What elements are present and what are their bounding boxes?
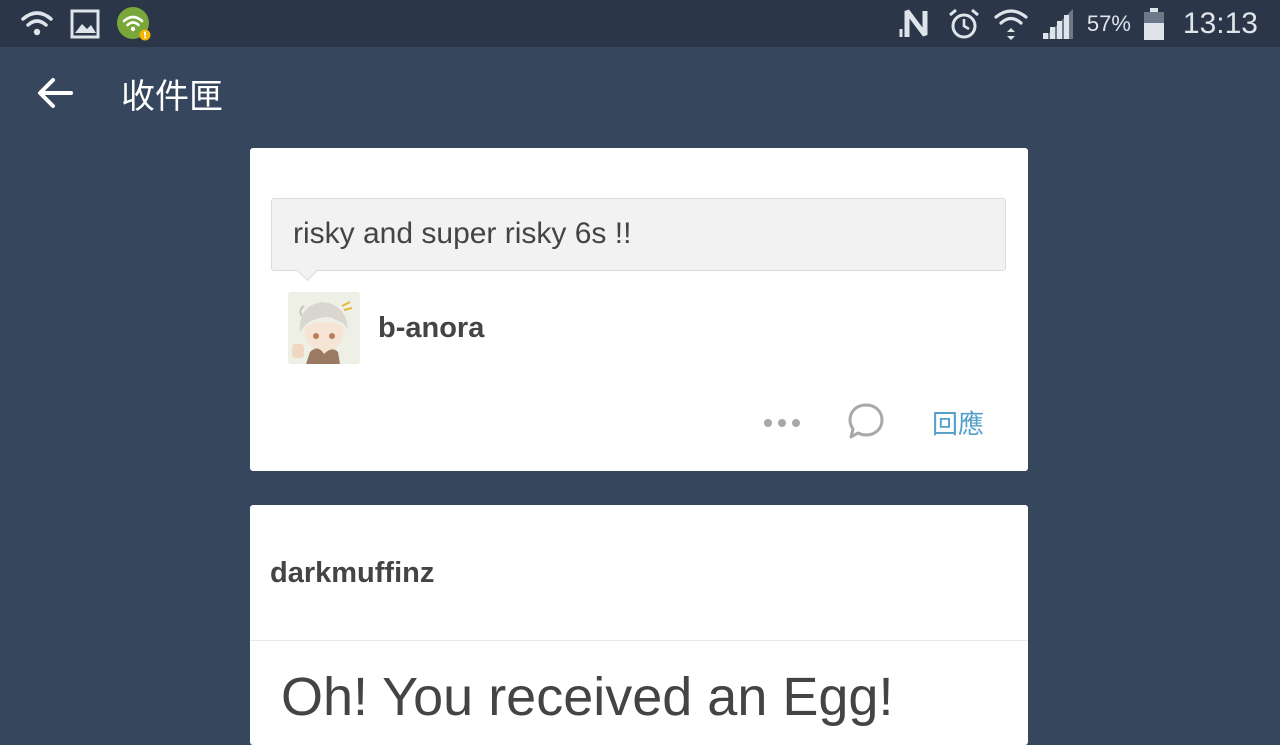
signal-icon [1041, 7, 1075, 41]
app-bar: 收件匣 [0, 47, 1280, 145]
image-icon [70, 9, 100, 39]
status-bar: 57% 13:13 [0, 0, 1280, 47]
status-bar-right: 57% 13:13 [899, 4, 1258, 44]
comment-bubble-icon [847, 402, 885, 445]
divider [250, 640, 1028, 641]
message-card: risky and super risky 6s !! b-anora 回應 [250, 148, 1028, 471]
reply-button[interactable]: 回應 [932, 406, 984, 442]
nfc-icon [899, 7, 935, 41]
more-dots-icon [763, 415, 803, 433]
post-card: darkmuffinz Oh! You received an Egg! [250, 505, 1028, 745]
post-heading: Oh! You received an Egg! [281, 667, 894, 727]
more-options-button[interactable] [758, 406, 808, 442]
arrow-left-icon [37, 77, 73, 114]
status-bar-left [20, 6, 152, 42]
alarm-icon [947, 7, 981, 41]
page-title: 收件匣 [121, 78, 223, 116]
message-text: risky and super risky 6s !! [293, 217, 632, 250]
battery-icon [1143, 7, 1165, 41]
clock: 13:13 [1182, 7, 1258, 40]
battery-percent: 57% [1086, 11, 1131, 36]
message-bubble: risky and super risky 6s !! [271, 198, 1006, 271]
wifi-data-icon [993, 6, 1029, 42]
wifi-icon [20, 9, 54, 39]
avatar[interactable] [288, 292, 360, 364]
username-link[interactable]: b-anora [378, 309, 484, 347]
wifi-alert-app-icon [116, 6, 152, 42]
comment-button[interactable] [846, 402, 886, 444]
back-button[interactable] [32, 75, 78, 115]
post-author-link[interactable]: darkmuffinz [270, 555, 434, 591]
